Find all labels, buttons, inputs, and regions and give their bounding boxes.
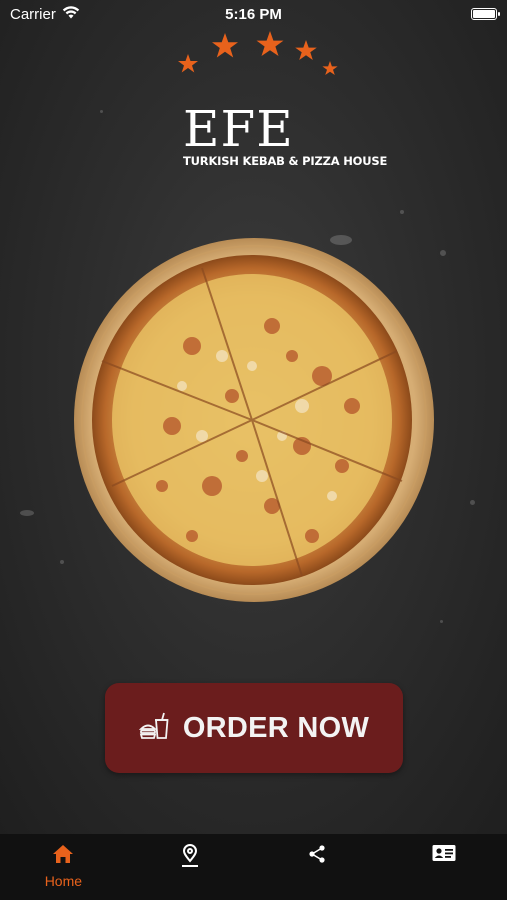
contact-card-icon xyxy=(432,844,456,867)
share-icon xyxy=(307,844,327,869)
status-bar: Carrier 5:16 PM xyxy=(0,0,507,28)
tab-bar: Home xyxy=(0,834,507,900)
tab-contact[interactable] xyxy=(389,844,499,867)
location-icon xyxy=(179,844,201,873)
tab-share[interactable] xyxy=(262,844,372,869)
tab-home-label: Home xyxy=(44,873,83,889)
logo-tagline: TURKISH KEBAB & PIZZA HOUSE xyxy=(183,154,388,168)
status-left: Carrier xyxy=(10,6,80,23)
pizza-image xyxy=(72,236,436,604)
carrier-label: Carrier xyxy=(10,5,56,23)
restaurant-logo: EFE TURKISH KEBAB & PIZZA HOUSE xyxy=(155,30,387,195)
battery-icon xyxy=(471,8,500,20)
tab-home[interactable]: Home xyxy=(8,844,118,889)
order-now-label: ORDER NOW xyxy=(182,711,370,744)
logo-wordmark: EFE xyxy=(183,100,294,158)
order-now-button[interactable]: ORDER NOW xyxy=(105,683,403,773)
home-icon xyxy=(52,844,74,869)
tab-location[interactable] xyxy=(135,844,245,873)
wifi-icon xyxy=(62,5,80,23)
fast-food-icon xyxy=(138,711,169,746)
